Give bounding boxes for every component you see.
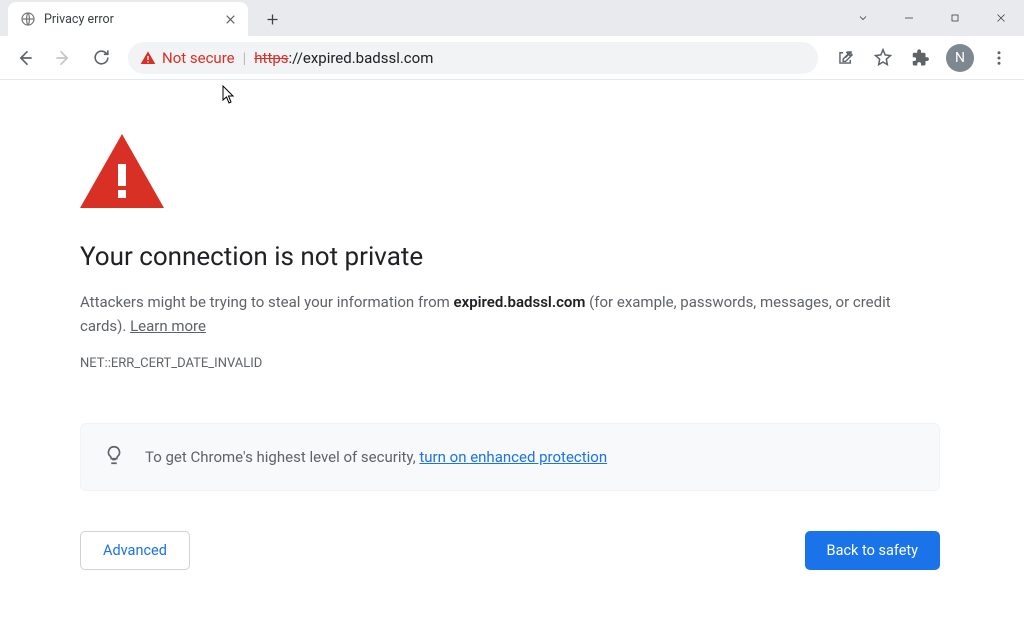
separator: | xyxy=(243,49,247,67)
advanced-button[interactable]: Advanced xyxy=(80,531,190,570)
window-controls xyxy=(840,0,1024,36)
tip-pre: To get Chrome's highest level of securit… xyxy=(145,448,419,466)
body-domain: expired.badssl.com xyxy=(454,293,586,311)
bookmark-icon[interactable] xyxy=(866,41,900,75)
menu-icon[interactable] xyxy=(982,41,1016,75)
back-button[interactable] xyxy=(8,41,42,75)
warning-body: Attackers might be trying to steal your … xyxy=(80,290,940,338)
forward-button[interactable] xyxy=(46,41,80,75)
warning-triangle-icon xyxy=(140,50,156,66)
learn-more-link[interactable]: Learn more xyxy=(130,317,206,335)
danger-triangle-icon xyxy=(80,134,1024,212)
globe-icon xyxy=(20,11,36,27)
url-scheme: https xyxy=(254,49,288,67)
back-to-safety-button[interactable]: Back to safety xyxy=(805,531,940,570)
error-code: NET::ERR_CERT_DATE_INVALID xyxy=(80,356,1024,371)
reload-button[interactable] xyxy=(84,41,118,75)
extensions-icon[interactable] xyxy=(904,41,938,75)
enhanced-protection-tip: To get Chrome's highest level of securit… xyxy=(80,423,940,491)
new-tab-button[interactable] xyxy=(258,5,286,33)
url-host: ://expired.badssl.com xyxy=(289,49,434,67)
close-window-button[interactable] xyxy=(978,3,1024,33)
chevron-down-icon[interactable] xyxy=(840,3,886,33)
avatar-letter: N xyxy=(955,50,965,66)
minimize-button[interactable] xyxy=(886,3,932,33)
close-tab-button[interactable] xyxy=(222,11,238,27)
profile-avatar[interactable]: N xyxy=(946,44,974,72)
tip-text: To get Chrome's highest level of securit… xyxy=(145,448,607,466)
lightbulb-icon xyxy=(103,444,125,470)
address-bar[interactable]: Not secure | https://expired.badssl.com xyxy=(128,42,818,74)
maximize-button[interactable] xyxy=(932,3,978,33)
tab-strip: Privacy error xyxy=(0,0,1024,36)
share-icon[interactable] xyxy=(828,41,862,75)
body-pre: Attackers might be trying to steal your … xyxy=(80,293,454,311)
url-display: https://expired.badssl.com xyxy=(254,49,433,67)
tab-title: Privacy error xyxy=(44,12,214,27)
button-row: Advanced Back to safety xyxy=(80,531,940,570)
enhanced-protection-link[interactable]: turn on enhanced protection xyxy=(419,448,607,466)
browser-tab[interactable]: Privacy error xyxy=(8,2,248,36)
not-secure-label: Not secure xyxy=(162,49,235,67)
page-title: Your connection is not private xyxy=(80,242,1024,272)
interstitial-content: Your connection is not private Attackers… xyxy=(0,80,1024,570)
toolbar: Not secure | https://expired.badssl.com … xyxy=(0,36,1024,80)
